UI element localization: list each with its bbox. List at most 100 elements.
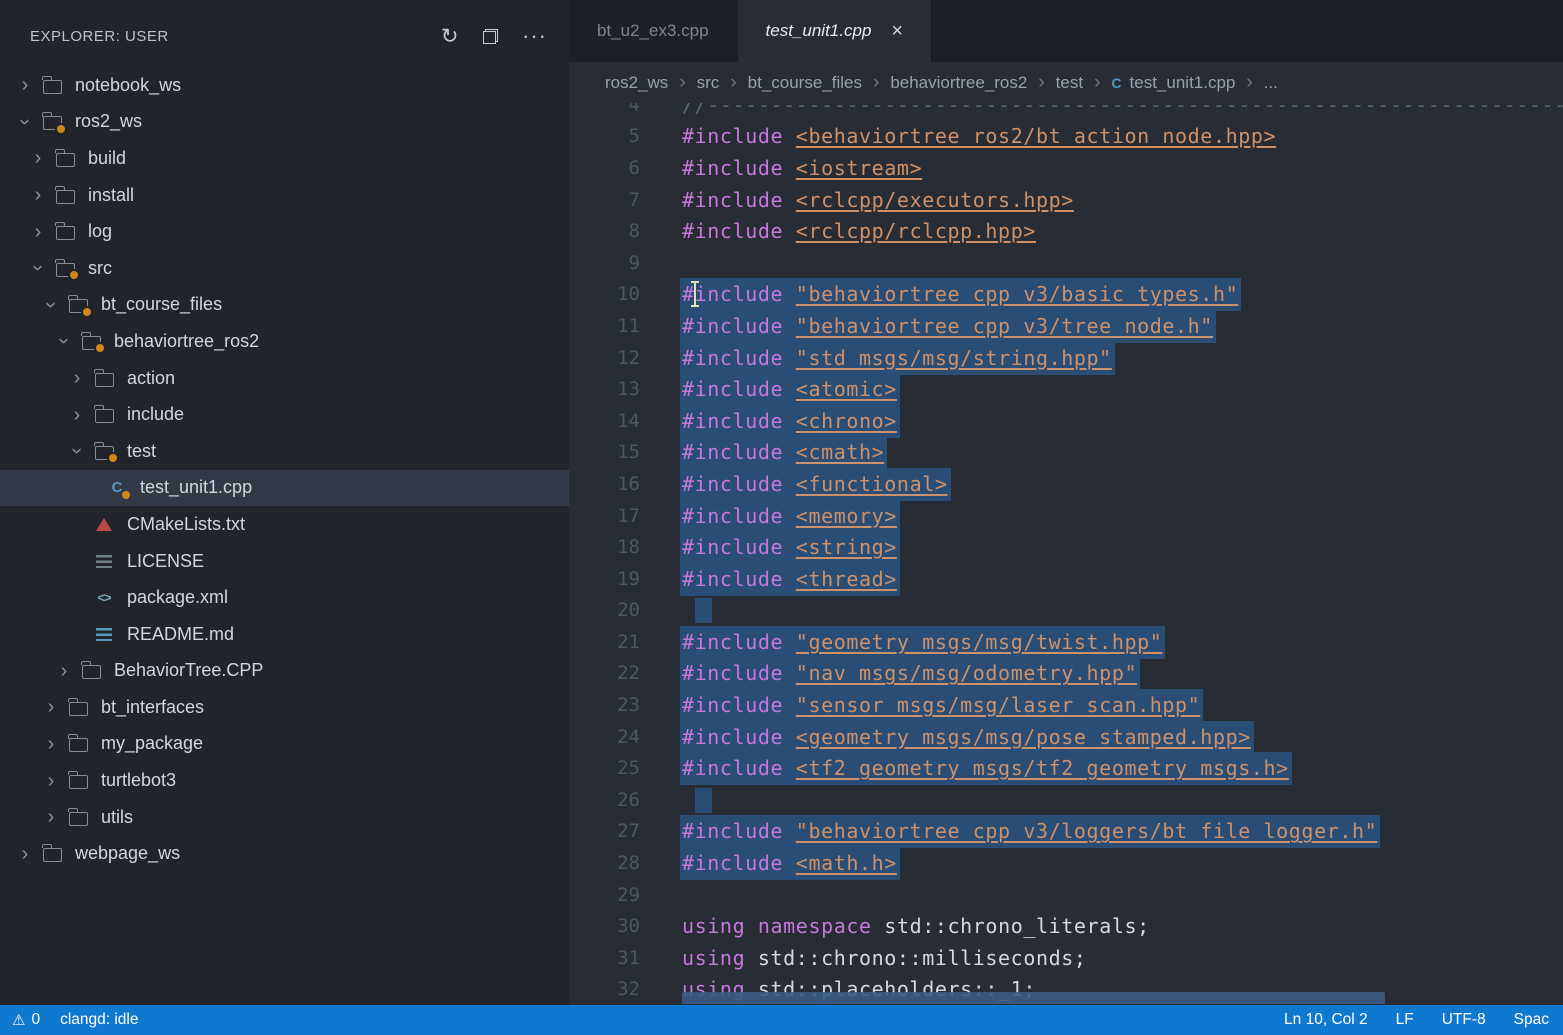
vscode-window: EXPLORER: USER ↻ ··· ›notebook_ws›ros2_w… — [0, 0, 1563, 1035]
line-content: #include <atomic> — [680, 373, 900, 406]
encoding-indicator[interactable]: UTF-8 — [1442, 1011, 1486, 1029]
tree-item-test_unit1.cpp[interactable]: Ctest_unit1.cpp — [0, 470, 569, 507]
code-line[interactable]: 25#include <tf2_geometry_msgs/tf2_geomet… — [569, 752, 1563, 784]
code-line[interactable]: 27#include "behaviortree_cpp_v3/loggers/… — [569, 816, 1563, 848]
tree-item-LICENSE[interactable]: LICENSE — [0, 543, 569, 580]
split-editor-icon[interactable] — [483, 29, 498, 44]
eol-sequence[interactable]: LF — [1396, 1011, 1414, 1029]
tab-test_unit1.cpp[interactable]: test_unit1.cpp× — [738, 0, 933, 62]
code-line[interactable]: 12#include "std_msgs/msg/string.hpp" — [569, 342, 1563, 374]
chevron-right-icon[interactable]: › — [16, 844, 34, 864]
chevron-right-icon[interactable]: › — [42, 807, 60, 827]
tree-item-include[interactable]: ›include — [0, 396, 569, 433]
close-icon[interactable]: × — [891, 21, 903, 41]
tree-item-turtlebot3[interactable]: ›turtlebot3 — [0, 762, 569, 799]
code-line[interactable]: 6#include <iostream> — [569, 152, 1563, 184]
horizontal-scrollbar[interactable] — [682, 992, 1385, 1004]
clangd-status[interactable]: clangd: idle — [60, 1011, 138, 1029]
line-number: 13 — [569, 378, 640, 400]
breadcrumb-item[interactable]: test_unit1.cpp — [1130, 73, 1236, 93]
breadcrumb-item[interactable]: behaviortree_ros2 — [890, 73, 1027, 93]
code-line[interactable]: 10#include "behaviortree_cpp_v3/basic_ty… — [569, 279, 1563, 311]
more-actions-icon[interactable]: ··· — [522, 32, 547, 41]
code-line[interactable]: 18#include <string> — [569, 531, 1563, 563]
line-content: #include "behaviortree_cpp_v3/basic_type… — [680, 278, 1241, 311]
tree-item-bt_interfaces[interactable]: ›bt_interfaces — [0, 689, 569, 726]
chevron-down-icon[interactable]: › — [28, 259, 48, 277]
tab-bt_u2_ex3.cpp[interactable]: bt_u2_ex3.cpp — [569, 0, 738, 62]
breadcrumb-item[interactable]: ... — [1264, 73, 1278, 93]
refresh-icon[interactable]: ↻ — [441, 26, 459, 47]
cursor-position[interactable]: Ln 10, Col 2 — [1284, 1011, 1368, 1029]
breadcrumb-item[interactable]: src — [697, 73, 720, 93]
code-text: #include <rclcpp/rclcpp.hpp> — [640, 219, 1036, 243]
chevron-right-icon[interactable]: › — [55, 661, 73, 681]
code-line[interactable]: 21#include "geometry_msgs/msg/twist.hpp" — [569, 626, 1563, 658]
tree-item-build[interactable]: ›build — [0, 140, 569, 177]
breadcrumb-item[interactable]: ros2_ws — [605, 73, 668, 93]
tree-item-behaviortree_ros2[interactable]: ›behaviortree_ros2 — [0, 323, 569, 360]
chevron-right-icon[interactable]: › — [42, 771, 60, 791]
code-line[interactable]: 26 — [569, 784, 1563, 816]
chevron-right-icon[interactable]: › — [16, 75, 34, 95]
tree-item-label: notebook_ws — [75, 75, 181, 96]
breadcrumb-item[interactable]: bt_course_files — [748, 73, 862, 93]
chevron-right-icon[interactable]: › — [68, 405, 86, 425]
code-line[interactable]: 28#include <math.h> — [569, 847, 1563, 879]
code-line[interactable]: 29 — [569, 879, 1563, 911]
tree-item-log[interactable]: ›log — [0, 213, 569, 250]
code-line[interactable]: 30using namespace std::chrono_literals; — [569, 910, 1563, 942]
line-number: 25 — [569, 757, 640, 779]
chevron-right-icon[interactable]: › — [29, 185, 47, 205]
code-editor[interactable]: 4//-------------------------------------… — [569, 103, 1563, 1005]
tree-item-package.xml[interactable]: <>package.xml — [0, 579, 569, 616]
tree-item-BehaviorTree.CPP[interactable]: ›BehaviorTree.CPP — [0, 653, 569, 690]
code-line[interactable]: 31using std::chrono::milliseconds; — [569, 942, 1563, 974]
indentation-indicator[interactable]: Spac — [1514, 1011, 1549, 1029]
code-line[interactable]: 5#include <behaviortree_ros2/bt_action_n… — [569, 121, 1563, 153]
code-line[interactable]: 17#include <memory> — [569, 500, 1563, 532]
tree-item-action[interactable]: ›action — [0, 360, 569, 397]
tree-item-CMakeLists.txt[interactable]: CMakeLists.txt — [0, 506, 569, 543]
code-line[interactable]: 24#include <geometry_msgs/msg/pose_stamp… — [569, 721, 1563, 753]
line-content: using namespace std::chrono_literals; — [682, 914, 1150, 938]
code-line[interactable]: 22#include "nav_msgs/msg/odometry.hpp" — [569, 658, 1563, 690]
code-line[interactable]: 19#include <thread> — [569, 563, 1563, 595]
code-line[interactable]: 11#include "behaviortree_cpp_v3/tree_nod… — [569, 310, 1563, 342]
breadcrumb-item[interactable]: test — [1056, 73, 1083, 93]
problems-indicator[interactable]: ⚠ 0 — [12, 1011, 40, 1029]
code-line[interactable]: 16#include <functional> — [569, 468, 1563, 500]
tree-item-install[interactable]: ›install — [0, 177, 569, 214]
chevron-right-icon[interactable]: › — [29, 222, 47, 242]
code-line[interactable]: 23#include "sensor_msgs/msg/laser_scan.h… — [569, 689, 1563, 721]
chevron-down-icon[interactable]: › — [41, 296, 61, 314]
code-line[interactable]: 4//-------------------------------------… — [569, 103, 1563, 121]
code-line[interactable]: 14#include <chrono> — [569, 405, 1563, 437]
code-line[interactable]: 13 #include <atomic> — [569, 373, 1563, 405]
chevron-right-icon[interactable]: › — [68, 368, 86, 388]
tree-item-bt_course_files[interactable]: ›bt_course_files — [0, 287, 569, 324]
chevron-down-icon[interactable]: › — [15, 113, 35, 131]
tree-item-utils[interactable]: ›utils — [0, 799, 569, 836]
chevron-down-icon[interactable]: › — [54, 332, 74, 350]
code-line[interactable]: 9 — [569, 247, 1563, 279]
chevron-right-icon[interactable]: › — [42, 697, 60, 717]
line-number: 19 — [569, 568, 640, 590]
code-text: #include "geometry_msgs/msg/twist.hpp" — [640, 630, 1165, 654]
code-line[interactable]: 20 — [569, 595, 1563, 627]
tree-item-webpage_ws[interactable]: ›webpage_ws — [0, 835, 569, 872]
code-line[interactable]: 8#include <rclcpp/rclcpp.hpp> — [569, 215, 1563, 247]
code-line[interactable]: 7#include <rclcpp/executors.hpp> — [569, 184, 1563, 216]
chevron-right-icon[interactable]: › — [42, 734, 60, 754]
tree-item-notebook_ws[interactable]: › notebook_ws — [0, 67, 569, 104]
line-content: #include <cmath> — [680, 436, 887, 469]
code-line[interactable]: 15#include <cmath> — [569, 437, 1563, 469]
tree-item-src[interactable]: ›src — [0, 250, 569, 287]
tree-item-ros2_ws[interactable]: ›ros2_ws — [0, 104, 569, 141]
chevron-right-icon[interactable]: › — [29, 148, 47, 168]
tree-item-my_package[interactable]: ›my_package — [0, 726, 569, 763]
line-number: 18 — [569, 536, 640, 558]
tree-item-README.md[interactable]: README.md — [0, 616, 569, 653]
tree-item-test[interactable]: ›test — [0, 433, 569, 470]
chevron-down-icon[interactable]: › — [67, 442, 87, 460]
